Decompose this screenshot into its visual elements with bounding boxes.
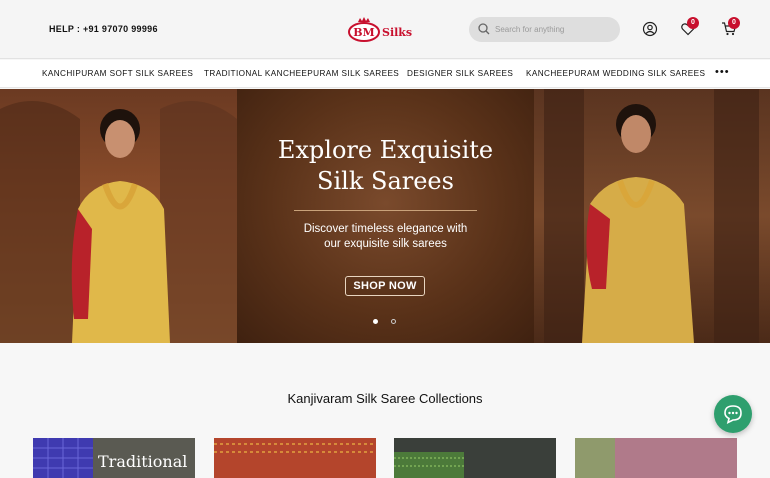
collection-card[interactable]: [214, 438, 376, 478]
shop-now-button[interactable]: SHOP NOW: [345, 276, 425, 296]
chat-icon: [724, 405, 742, 424]
collection-card[interactable]: [394, 438, 556, 478]
hero-center-panel: [237, 89, 534, 343]
collection-image: [214, 438, 376, 478]
wishlist-count-badge: 0: [687, 17, 699, 29]
collection-card-label: Traditional: [98, 452, 188, 471]
brand-logo[interactable]: BM Silks: [344, 16, 424, 44]
hero-image-left: [0, 89, 237, 343]
collections-title: Kanjivaram Silk Saree Collections: [287, 391, 483, 406]
hero-title: Explore Exquisite Silk Sarees: [237, 135, 534, 197]
user-icon[interactable]: [642, 21, 658, 37]
model-figure-left: [0, 101, 237, 343]
collection-card[interactable]: Traditional: [33, 438, 195, 478]
hero-image-right: [534, 89, 770, 343]
crown-icon: [358, 17, 370, 22]
top-header: HELP : +91 97070 99996 BM Silks 0 0: [0, 0, 770, 59]
hero-banner[interactable]: Explore Exquisite Silk Sarees Discover t…: [0, 89, 770, 343]
search-icon: [478, 23, 490, 35]
chat-button[interactable]: [714, 395, 752, 433]
hero-title-line2: Silk Sarees: [317, 167, 454, 195]
nav-item-designer[interactable]: DESIGNER SILK SAREES: [407, 69, 513, 78]
logo-word: Silks: [382, 26, 412, 39]
more-menu-icon[interactable]: •••: [715, 66, 730, 78]
slider-dot[interactable]: [391, 319, 396, 324]
hero-divider: [294, 210, 477, 211]
nav-item-traditional[interactable]: TRADITIONAL KANCHEEPURAM SILK SAREES: [204, 69, 399, 78]
slider-dot-active[interactable]: [373, 319, 378, 324]
hero-title-line1: Explore Exquisite: [277, 136, 494, 164]
logo-mark: BM: [353, 26, 374, 39]
nav-item-wedding[interactable]: KANCHEEPURAM WEDDING SILK SAREES: [526, 69, 705, 78]
cart-count-badge: 0: [728, 17, 740, 29]
search-bar[interactable]: [469, 17, 620, 42]
help-phone[interactable]: HELP : +91 97070 99996: [49, 24, 158, 34]
collection-card[interactable]: [575, 438, 737, 478]
nav-item-soft-silk[interactable]: KANCHIPURAM SOFT SILK SAREES: [42, 69, 193, 78]
collection-image: [575, 438, 737, 478]
collection-image: [394, 438, 556, 478]
hero-subtitle: Discover timeless elegance with our exqu…: [303, 223, 468, 250]
category-nav: KANCHIPURAM SOFT SILK SAREES TRADITIONAL…: [0, 60, 770, 88]
search-input[interactable]: [495, 21, 613, 38]
model-figure-right: [544, 89, 759, 343]
